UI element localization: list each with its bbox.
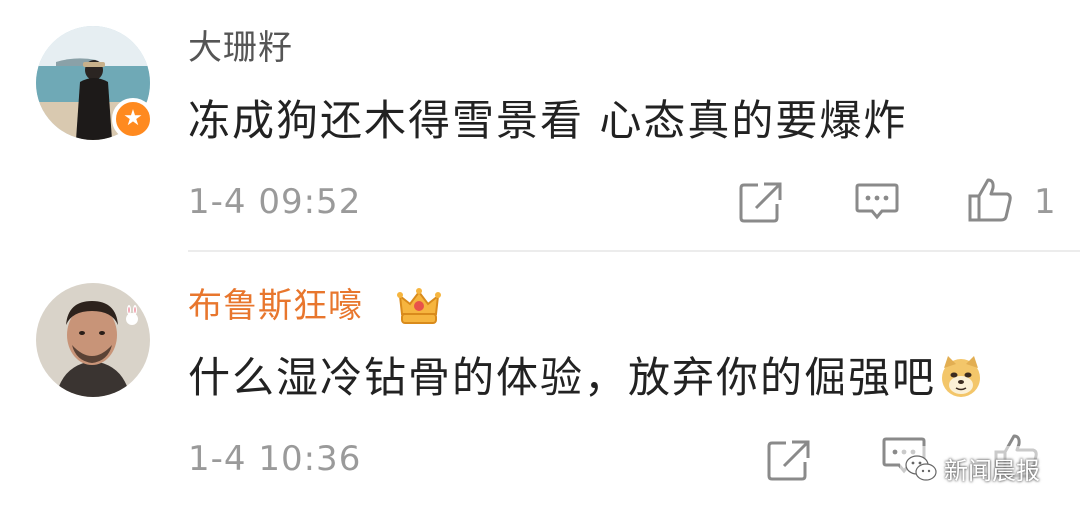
vip-crown-icon: [397, 288, 441, 324]
share-icon: [767, 440, 810, 481]
like-count: 1: [1034, 182, 1056, 222]
comment-icon: [855, 183, 899, 220]
wechat-icon: [905, 455, 937, 481]
username[interactable]: 布鲁斯狂嚎: [188, 286, 363, 326]
username[interactable]: 大珊籽: [188, 28, 293, 68]
divider: [188, 250, 1080, 252]
thumbs-up-icon: [968, 178, 1012, 222]
share-button[interactable]: [766, 438, 812, 482]
avatar[interactable]: [36, 283, 150, 397]
avatar-portrait-image: [36, 283, 150, 397]
share-button[interactable]: [738, 180, 784, 224]
doge-emoji-icon: [942, 355, 981, 397]
watermark: 新闻晨报: [900, 446, 1044, 490]
comment-text: 什么湿冷钻骨的体验，放弃你的倔强吧: [188, 352, 984, 404]
comment-item: ★ 大珊籽 冻成狗还木得雪景看 心态真的要爆炸 1-4 09:52 1: [0, 0, 1080, 250]
like-button[interactable]: [966, 176, 1014, 224]
star-badge-icon: ★: [112, 98, 154, 140]
reply-button[interactable]: [855, 182, 899, 222]
timestamp: 1-4 09:52: [188, 182, 362, 222]
comment-text: 冻成狗还木得雪景看 心态真的要爆炸: [188, 96, 908, 145]
timestamp: 1-4 10:36: [188, 439, 362, 479]
share-icon: [739, 182, 782, 223]
watermark-text: 新闻晨报: [944, 456, 1040, 485]
